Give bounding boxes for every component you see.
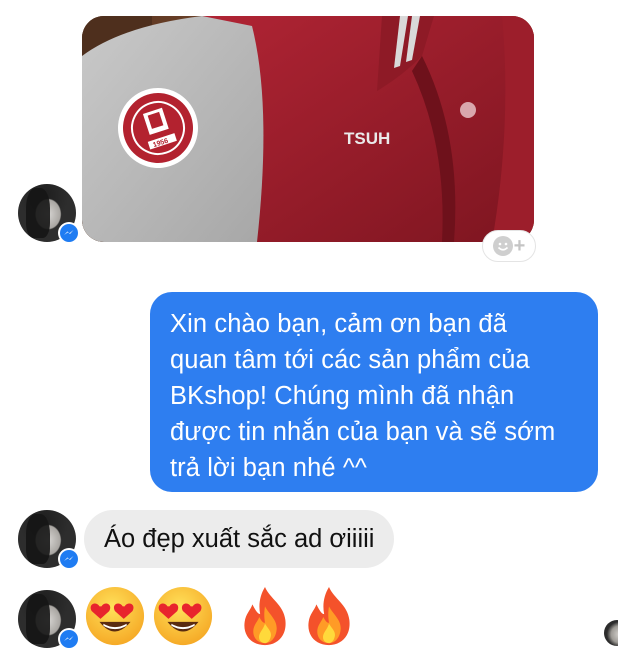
heart-eyes-emoji-icon [153,586,213,646]
sender-avatar[interactable] [18,590,80,650]
outgoing-message-bubble[interactable]: Xin chào bạn, cảm ơn bạn đã quan tâm tới… [150,292,598,492]
add-reaction-button[interactable]: + [482,230,536,262]
emoji-message[interactable] [84,580,358,652]
message-line: được tin nhắn của bạn và sẽ sớm [170,418,556,446]
message-line: trả lời bạn nhé ^^ [170,454,367,482]
plus-icon: + [513,235,526,257]
chat-thread: TSUH 1956 + Xin chào bạn, cảm ơn bạn đã … [0,0,618,664]
messenger-badge-icon [58,628,80,650]
heart-eyes-emoji-icon [85,586,145,646]
messenger-badge-icon [58,548,80,570]
messenger-badge-icon [58,222,80,244]
message-line: BKshop! Chúng mình đã nhận [170,382,515,410]
message-line: quan tâm tới các sản phẩm của [170,346,530,374]
incoming-message-bubble[interactable]: Áo đẹp xuất sắc ad ơiiiii [84,510,395,568]
sender-avatar[interactable] [18,510,80,570]
jacket-text: TSUH [344,129,390,148]
sender-avatar[interactable] [18,184,80,244]
jacket-photo: TSUH 1956 [82,16,534,242]
fire-emoji-icon [244,586,286,646]
seen-avatar [604,620,618,646]
message-line: Xin chào bạn, cảm ơn bạn đã [170,310,507,338]
photo-message[interactable]: TSUH 1956 [82,16,534,242]
fire-emoji-icon [308,586,350,646]
smiley-icon [492,236,513,256]
